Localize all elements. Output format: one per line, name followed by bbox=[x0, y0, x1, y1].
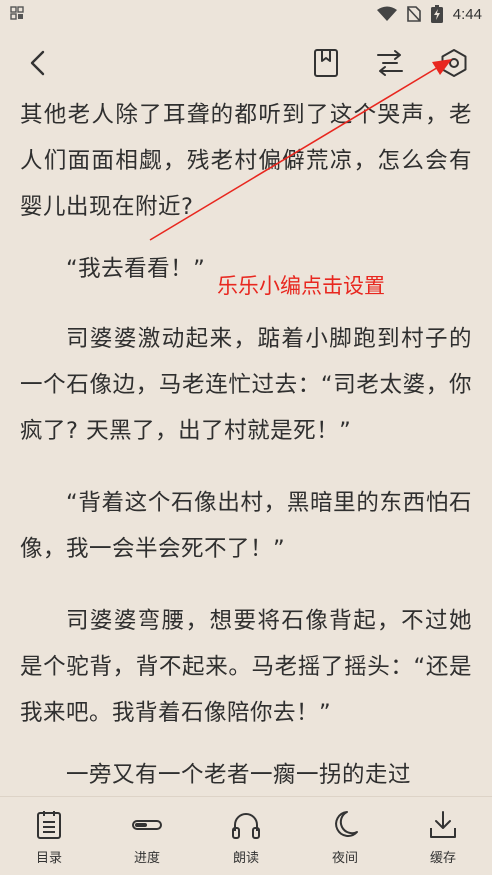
nav-label: 进度 bbox=[133, 851, 160, 866]
reader-paragraph: 司婆婆弯腰，想要将石像背起，不过她是个驼背，背不起来。马老摇了摇头：“还是我来吧… bbox=[20, 608, 472, 726]
reader-paragraph: 司婆婆激动起来，踮着小脚跑到村子的一个石像边，马老连忙过去：“司老太婆，你疯了?… bbox=[20, 326, 472, 444]
nav-night-mode[interactable]: 夜间 bbox=[305, 797, 385, 875]
battery-charging-icon bbox=[430, 5, 443, 23]
bottom-nav: 目录 进度 朗读 夜间 缓存 bbox=[0, 796, 492, 875]
notification-grid-icon bbox=[10, 6, 24, 20]
nav-label: 朗读 bbox=[232, 851, 259, 866]
nav-label: 目录 bbox=[35, 851, 62, 866]
reader-toolbar bbox=[0, 38, 492, 90]
nav-read-aloud[interactable]: 朗读 bbox=[206, 797, 286, 875]
page-mode-button[interactable] bbox=[368, 38, 412, 88]
status-bar: 4:44 bbox=[0, 0, 492, 28]
download-icon bbox=[430, 811, 456, 838]
chevron-left-icon bbox=[30, 50, 45, 76]
reader-paragraph: 其他老人除了耳聋的都听到了这个哭声，老人们面面相觑，残老村偏僻荒凉，怎么会有婴儿… bbox=[20, 102, 472, 220]
reader-paragraph: 一旁又有一个老者一瘸一拐的走过 bbox=[66, 762, 412, 788]
nav-progress[interactable]: 进度 bbox=[107, 797, 187, 875]
catalog-icon bbox=[37, 811, 61, 839]
no-sim-icon bbox=[406, 6, 421, 22]
annotation-label: 乐乐小编点击设置 bbox=[217, 274, 385, 298]
wifi-icon bbox=[376, 6, 397, 21]
bookmark-button[interactable] bbox=[304, 38, 348, 88]
settings-button[interactable] bbox=[432, 38, 476, 88]
settings-hexagon-icon bbox=[441, 49, 467, 77]
progress-icon bbox=[132, 820, 162, 830]
reader-content[interactable]: 其他老人除了耳聋的都听到了这个哭声，老人们面面相觑，残老村偏僻荒凉，怎么会有婴儿… bbox=[0, 84, 492, 796]
status-time: 4:44 bbox=[452, 5, 482, 23]
nav-cache[interactable]: 缓存 bbox=[403, 797, 483, 875]
nav-label: 夜间 bbox=[331, 851, 358, 866]
headphones-icon bbox=[232, 813, 260, 839]
nav-catalog[interactable]: 目录 bbox=[9, 797, 89, 875]
nav-label: 缓存 bbox=[429, 851, 456, 866]
switch-list-icon bbox=[377, 50, 403, 76]
reader-paragraph: “背着这个石像出村，黑暗里的东西怕石像，我一会半会死不了！” bbox=[20, 490, 472, 562]
moon-icon bbox=[335, 811, 358, 837]
bookmark-icon bbox=[314, 49, 338, 77]
back-button[interactable] bbox=[16, 38, 60, 88]
